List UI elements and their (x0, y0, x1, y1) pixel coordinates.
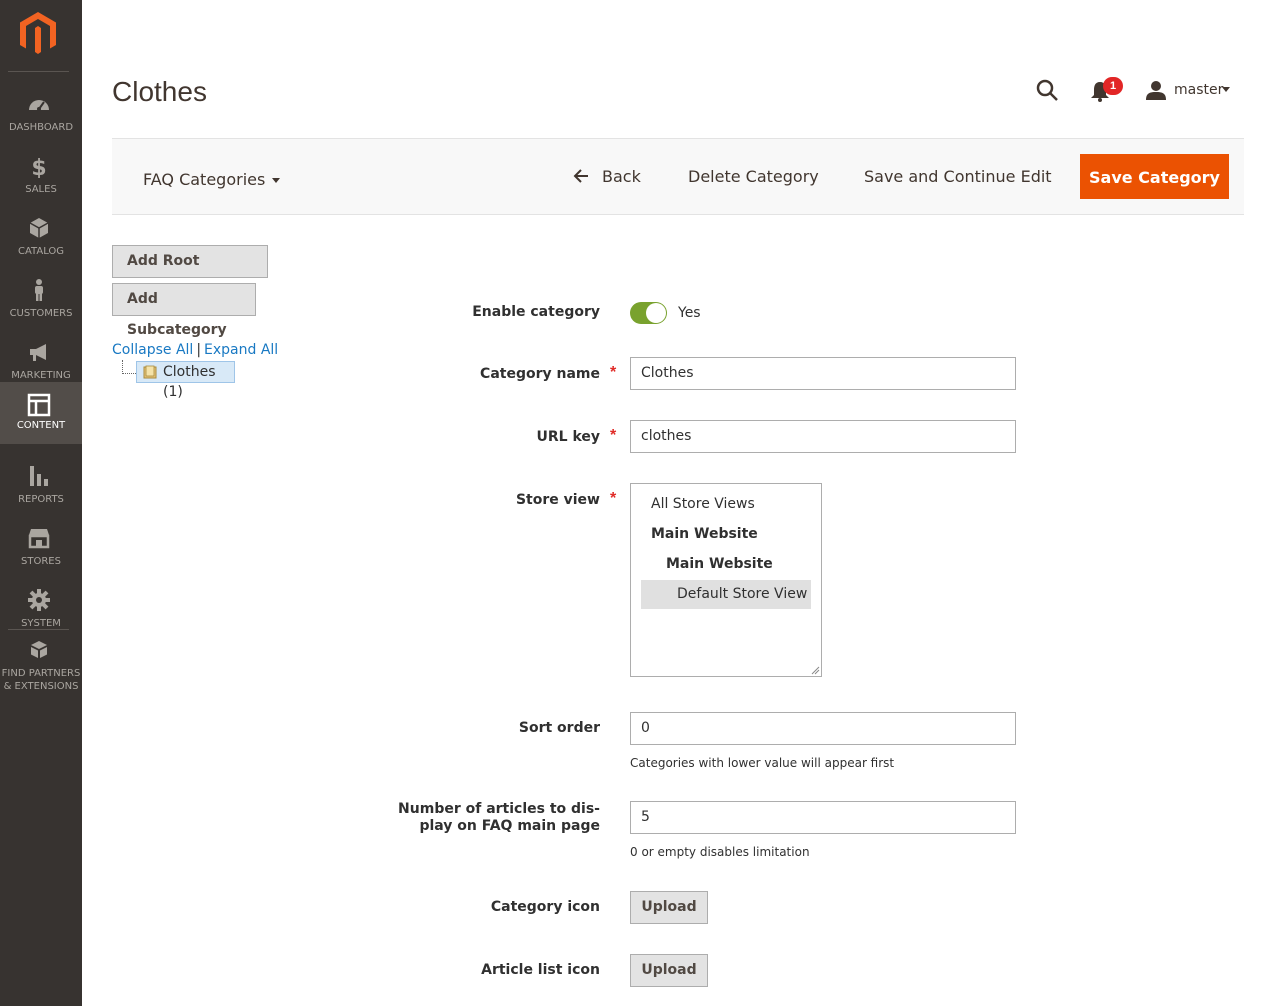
link-separator: | (196, 342, 202, 358)
sidebar-item-label: DASHBOARD (8, 122, 74, 133)
svg-text:$: $ (31, 156, 46, 178)
store-view-multiselect[interactable]: All Store Views Main Website Main Websit… (630, 483, 822, 677)
sidebar-item-label: REPORTS (18, 494, 64, 505)
sidebar-item-extensions[interactable]: FIND PARTNERS & EXTENSIONS (0, 640, 82, 700)
sidebar-item-catalog[interactable]: CATALOG (0, 208, 82, 270)
num-articles-label-line2: play on FAQ main page (419, 818, 600, 834)
dashboard-icon (29, 100, 49, 111)
sidebar-item-label: FIND PARTNERS (1, 668, 81, 679)
notification-count-badge[interactable]: 1 (1103, 77, 1123, 95)
required-asterisk: * (610, 364, 617, 381)
sidebar-item-label: SALES (25, 184, 57, 195)
tree-node-label: Clothes (1) (163, 364, 216, 400)
chevron-down-icon[interactable] (1222, 87, 1230, 92)
num-articles-input[interactable]: 5 (630, 801, 1016, 834)
enable-category-value: Yes (678, 305, 701, 321)
search-icon[interactable] (1035, 78, 1059, 102)
url-key-input[interactable]: clothes (630, 420, 1016, 453)
sidebar-item-label: STORES (21, 556, 61, 567)
enable-category-label: Enable category (472, 304, 600, 320)
sidebar-item-label: CUSTOMERS (9, 308, 73, 319)
category-name-label: Category name (480, 366, 600, 382)
admin-sidebar: DASHBOARD $ SALES CATALOG CUSTOMERS MARK… (0, 0, 82, 1006)
sidebar-item-content[interactable]: CONTENT (0, 382, 82, 444)
folder-icon (143, 365, 157, 379)
page-title: Clothes (112, 76, 207, 107)
required-asterisk: * (610, 427, 617, 444)
sidebar-item-label: CONTENT (16, 420, 66, 431)
store-view-option-group: Main Website Store (666, 556, 773, 601)
category-icon-upload-button[interactable]: Upload (630, 891, 708, 924)
num-articles-label-line1: Number of articles to dis- (398, 801, 600, 817)
sidebar-divider (8, 629, 69, 630)
user-account-menu[interactable]: master (1174, 82, 1223, 98)
user-icon[interactable] (1145, 80, 1167, 100)
chevron-down-icon[interactable] (272, 178, 280, 183)
person-icon (35, 279, 43, 301)
sort-order-label: Sort order (518, 720, 600, 736)
back-button[interactable]: Back (602, 154, 641, 199)
gear-icon (28, 589, 50, 611)
sort-order-note: Categories with lower value will appear … (630, 756, 895, 770)
dollar-icon: $ (31, 156, 46, 178)
expand-all-link[interactable]: Expand All (204, 342, 278, 358)
sidebar-item-dashboard[interactable]: DASHBOARD (0, 84, 82, 146)
save-and-continue-button[interactable]: Save and Continue Edit (864, 154, 1052, 199)
required-asterisk: * (610, 490, 617, 507)
sidebar-item-stores[interactable]: STORES (0, 518, 82, 580)
store-view-label: Store view (515, 492, 600, 508)
page-actions-toolbar (112, 138, 1244, 215)
category-name-input[interactable]: Clothes (630, 357, 1016, 390)
save-category-button[interactable]: Save Category (1080, 154, 1229, 199)
sidebar-divider (8, 71, 69, 72)
magento-logo-icon[interactable] (18, 12, 58, 56)
tree-node-clothes[interactable]: Clothes (1) (136, 361, 235, 400)
layout-icon (27, 393, 51, 417)
resize-handle-icon[interactable] (810, 665, 820, 675)
num-articles-note: 0 or empty disables limitation (630, 845, 810, 859)
store-icon (28, 529, 50, 549)
tree-controls: Collapse All | Expand All (112, 342, 278, 358)
add-subcategory-button[interactable]: Add Subcategory (112, 283, 256, 338)
store-view-option[interactable]: All Store Views (641, 490, 811, 519)
box-icon (29, 218, 49, 238)
arrow-left-icon[interactable] (572, 166, 590, 186)
url-key-label: URL key (536, 429, 601, 445)
sidebar-item-label: CATALOG (17, 246, 65, 257)
sidebar-item-customers[interactable]: CUSTOMERS (0, 270, 82, 332)
bar-chart-icon (30, 466, 48, 486)
toggle-knob (646, 303, 666, 323)
store-view-option-group: Main Website (651, 526, 758, 542)
category-icon-label: Category icon (490, 899, 600, 915)
article-list-icon-label: Article list icon (481, 962, 600, 978)
cubes-icon (31, 641, 47, 658)
sidebar-item-reports[interactable]: REPORTS (0, 456, 82, 518)
sidebar-item-sales[interactable]: $ SALES (0, 146, 82, 208)
article-list-icon-upload-button[interactable]: Upload (630, 954, 708, 987)
faq-categories-switcher[interactable]: FAQ Categories (143, 170, 265, 189)
megaphone-icon (30, 344, 46, 361)
delete-category-button[interactable]: Delete Category (688, 154, 819, 199)
sidebar-item-label: & EXTENSIONS (3, 681, 79, 692)
sidebar-item-label: MARKETING (11, 370, 71, 381)
sort-order-input[interactable]: 0 (630, 712, 1016, 745)
sidebar-item-system[interactable]: SYSTEM (0, 580, 82, 642)
store-view-option-selected[interactable]: Default Store View (641, 580, 811, 609)
enable-category-toggle[interactable] (630, 302, 667, 324)
collapse-all-link[interactable]: Collapse All (112, 342, 193, 358)
add-root-category-button[interactable]: Add Root Category (112, 245, 268, 300)
